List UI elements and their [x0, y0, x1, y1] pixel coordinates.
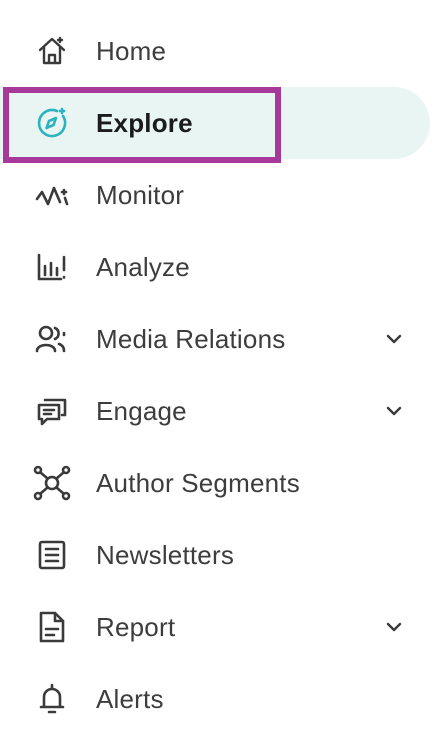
people-icon — [32, 321, 72, 357]
chat-bubbles-icon — [32, 393, 72, 429]
sidebar-item-author-segments[interactable]: Author Segments — [0, 447, 438, 519]
sidebar-nav: Home Explore Monitor Analyze Media Relat… — [0, 15, 438, 735]
sidebar-item-label: Alerts — [96, 684, 164, 714]
sidebar-item-label: Analyze — [96, 252, 190, 282]
newsletter-icon — [32, 537, 72, 573]
sidebar-item-monitor[interactable]: Monitor — [0, 159, 438, 231]
sidebar-item-engage[interactable]: Engage — [0, 375, 438, 447]
sidebar-item-report[interactable]: Report — [0, 591, 438, 663]
chevron-down-icon[interactable] — [381, 400, 407, 422]
chevron-down-icon[interactable] — [381, 616, 407, 638]
compass-icon — [32, 105, 72, 141]
sidebar-item-label: Explore — [96, 108, 193, 138]
report-document-icon — [32, 609, 72, 645]
sidebar-item-label: Newsletters — [96, 540, 235, 570]
bell-icon — [32, 681, 72, 717]
sidebar-item-alerts[interactable]: Alerts — [0, 663, 438, 735]
sidebar-item-label: Author Segments — [96, 468, 300, 498]
monitor-pulse-icon — [32, 177, 72, 213]
network-icon — [32, 465, 72, 501]
bar-chart-icon — [32, 249, 72, 285]
sidebar-item-label: Report — [96, 612, 176, 642]
sidebar-item-label: Monitor — [96, 180, 185, 210]
chevron-down-icon[interactable] — [381, 328, 407, 350]
sidebar-item-explore[interactable]: Explore — [0, 87, 438, 163]
sidebar-item-home[interactable]: Home — [0, 15, 438, 87]
sidebar-item-label: Engage — [96, 396, 187, 426]
sidebar-item-label: Home — [96, 36, 167, 66]
sidebar-item-newsletters[interactable]: Newsletters — [0, 519, 438, 591]
home-icon — [32, 33, 72, 69]
sidebar-item-label: Media Relations — [96, 324, 286, 354]
sidebar-item-analyze[interactable]: Analyze — [0, 231, 438, 303]
sidebar-item-media-relations[interactable]: Media Relations — [0, 303, 438, 375]
